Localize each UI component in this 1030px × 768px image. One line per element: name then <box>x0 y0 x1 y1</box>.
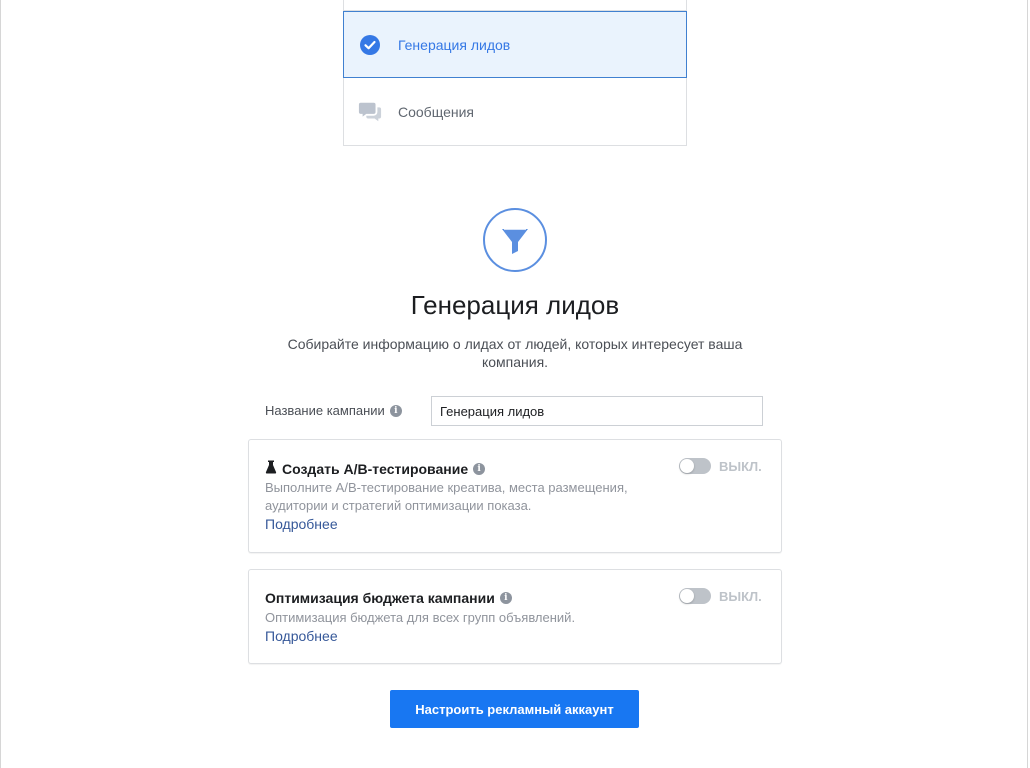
chat-bubbles-icon <box>358 100 382 124</box>
objective-lead-generation[interactable]: Генерация лидов <box>343 11 687 78</box>
objective-list: Генерация лидов Сообщения <box>343 0 687 146</box>
campaign-name-input[interactable] <box>431 396 763 426</box>
toggle-knob <box>680 589 694 603</box>
flask-icon <box>265 460 277 477</box>
setup-ad-account-button[interactable]: Настроить рекламный аккаунт <box>390 690 639 728</box>
info-icon[interactable]: i <box>499 592 512 604</box>
ab-test-toggle-label: ВЫКЛ. <box>719 459 762 474</box>
check-circle-icon <box>358 33 382 57</box>
budget-optimization-title: Оптимизация бюджета кампании i <box>265 590 512 606</box>
page-description: Собирайте информацию о лидах от людей, к… <box>287 336 743 370</box>
budget-optimization-learn-more-link[interactable]: Подробнее <box>265 628 338 644</box>
objective-messages[interactable]: Сообщения <box>344 79 686 145</box>
budget-optimization-toggle[interactable] <box>679 588 711 604</box>
funnel-icon <box>482 207 548 273</box>
toggle-knob <box>680 459 694 473</box>
ab-test-description: Выполните A/B-тестирование креатива, мес… <box>265 480 628 513</box>
ab-test-toggle[interactable] <box>679 458 711 474</box>
objective-label: Генерация лидов <box>398 36 511 53</box>
budget-optimization-description: Оптимизация бюджета для всех групп объяв… <box>265 610 576 625</box>
objective-label: Сообщения <box>398 104 474 120</box>
ab-test-learn-more-link[interactable]: Подробнее <box>265 516 338 532</box>
campaign-name-label-text: Название кампании <box>265 403 385 418</box>
ab-test-title-text: Создать A/B-тестирование <box>282 460 469 477</box>
budget-optimization-card: Оптимизация бюджета кампании i Оптимизац… <box>248 569 782 664</box>
ab-test-title: Создать A/B-тестирование i <box>265 460 486 477</box>
budget-optimization-title-text: Оптимизация бюджета кампании <box>265 590 495 606</box>
budget-optimization-toggle-label: ВЫКЛ. <box>719 589 762 604</box>
campaign-name-label: Название кампании i <box>265 403 402 418</box>
info-icon[interactable]: i <box>473 462 486 475</box>
ab-test-card: Создать A/B-тестирование i Выполните A/B… <box>248 439 782 553</box>
page-title: Генерация лидов <box>410 290 620 320</box>
info-icon[interactable]: i <box>389 404 402 417</box>
